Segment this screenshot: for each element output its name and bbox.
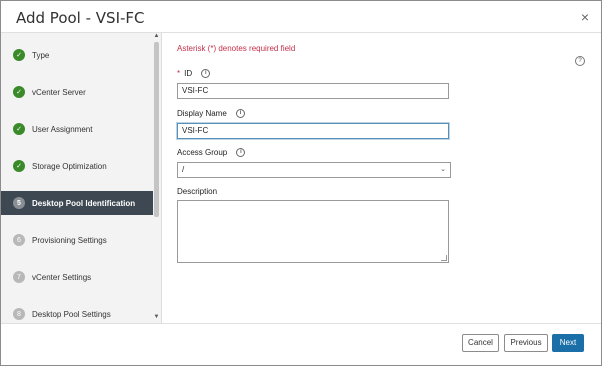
help-icon[interactable]: ? <box>575 56 585 66</box>
id-label: * ID i <box>177 69 211 79</box>
step-desktop-pool-settings[interactable]: 8 Desktop Pool Settings <box>1 302 153 323</box>
step-number-badge: 7 <box>13 271 25 283</box>
next-button[interactable]: Next <box>552 334 584 352</box>
step-desktop-pool-identification[interactable]: 5 Desktop Pool Identification <box>1 191 153 215</box>
id-input[interactable]: VSI-FC <box>177 83 449 99</box>
required-field-note: Asterisk (*) denotes required field <box>177 44 296 53</box>
sidebar-scroll-thumb[interactable] <box>154 42 159 217</box>
info-icon[interactable]: i <box>201 69 211 79</box>
info-icon[interactable]: i <box>236 109 246 119</box>
step-label: Provisioning Settings <box>32 235 107 245</box>
previous-button[interactable]: Previous <box>504 334 548 352</box>
step-label: Desktop Pool Identification <box>32 198 136 208</box>
step-number-badge: 6 <box>13 234 25 246</box>
step-type[interactable]: ✓ Type <box>1 43 153 67</box>
step-provisioning-settings[interactable]: 6 Provisioning Settings <box>1 228 153 252</box>
step-label: vCenter Server <box>32 87 86 97</box>
add-pool-dialog: Add Pool - VSI-FC × ✓ Type ✓ vCenter Ser… <box>0 0 602 366</box>
step-vcenter-server[interactable]: ✓ vCenter Server <box>1 80 153 104</box>
access-group-select[interactable]: / ⌄ <box>177 162 451 178</box>
step-number-badge: 5 <box>13 197 25 209</box>
footer-divider <box>1 323 601 324</box>
step-label: vCenter Settings <box>32 272 92 282</box>
close-icon[interactable]: × <box>581 9 589 25</box>
step-label: Desktop Pool Settings <box>32 309 111 319</box>
cancel-button[interactable]: Cancel <box>462 334 499 352</box>
step-label: Storage Optimization <box>32 161 107 171</box>
step-number-badge: 8 <box>13 308 25 320</box>
required-asterisk: * <box>177 69 181 78</box>
step-label: User Assignment <box>32 124 93 134</box>
display-name-input[interactable]: VSI-FC <box>177 123 449 139</box>
check-icon: ✓ <box>13 160 25 172</box>
info-icon[interactable]: i <box>236 148 246 158</box>
step-user-assignment[interactable]: ✓ User Assignment <box>1 117 153 141</box>
access-group-label: Access Group i <box>177 148 246 158</box>
id-label-text: ID <box>184 69 193 78</box>
step-vcenter-settings[interactable]: 7 vCenter Settings <box>1 265 153 289</box>
description-textarea[interactable] <box>177 200 449 263</box>
resize-handle-icon[interactable] <box>441 255 447 261</box>
step-label: Type <box>32 50 50 60</box>
chevron-down-icon: ⌄ <box>440 166 446 173</box>
scroll-down-icon[interactable]: ▼ <box>153 314 160 320</box>
access-group-label-text: Access Group <box>177 148 228 157</box>
description-label: Description <box>177 187 218 196</box>
access-group-value: / <box>182 165 185 174</box>
display-name-label-text: Display Name <box>177 109 227 118</box>
scroll-up-icon[interactable]: ▲ <box>153 33 160 39</box>
wizard-steps-sidebar: ✓ Type ✓ vCenter Server ✓ User Assignmen… <box>1 33 162 323</box>
dialog-title: Add Pool - VSI-FC <box>16 9 145 27</box>
check-icon: ✓ <box>13 86 25 98</box>
check-icon: ✓ <box>13 123 25 135</box>
step-storage-optimization[interactable]: ✓ Storage Optimization <box>1 154 153 178</box>
display-name-label: Display Name i <box>177 109 246 119</box>
check-icon: ✓ <box>13 49 25 61</box>
